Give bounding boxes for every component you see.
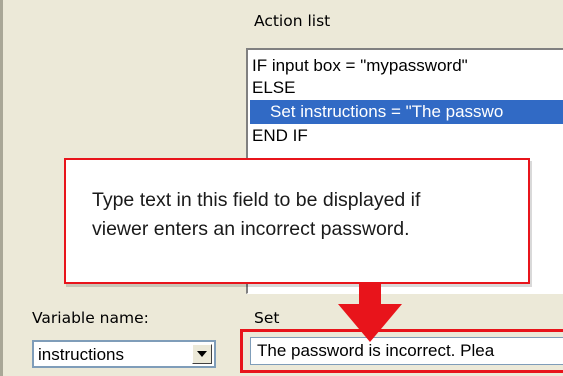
variable-name-select[interactable]: instructions (32, 340, 216, 368)
callout-text-line: Type text in this field to be displayed … (92, 189, 421, 211)
instruction-callout: Type text in this field to be displayed … (64, 158, 530, 284)
callout-text: Type text in this field to be displayed … (92, 186, 512, 244)
variable-name-value: instructions (38, 345, 124, 364)
action-list-item[interactable]: IF input box = "mypassword" (252, 54, 468, 78)
action-list-label: Action list (254, 12, 331, 30)
action-list-item-selected[interactable]: Set instructions = "The passwo (250, 100, 563, 124)
panel-divider (0, 0, 3, 376)
set-label: Set (254, 309, 280, 327)
variable-name-label: Variable name: (32, 309, 149, 327)
properties-panel: Action list IF input box = "mypassword" … (0, 0, 563, 376)
chevron-down-icon (197, 351, 207, 357)
pointer-arrow-icon (338, 282, 402, 342)
dropdown-button[interactable] (192, 344, 212, 364)
action-list-item[interactable]: ELSE (252, 76, 295, 100)
action-list-item[interactable]: END IF (252, 124, 308, 148)
callout-text-line: viewer enters an incorrect password. (92, 218, 410, 240)
